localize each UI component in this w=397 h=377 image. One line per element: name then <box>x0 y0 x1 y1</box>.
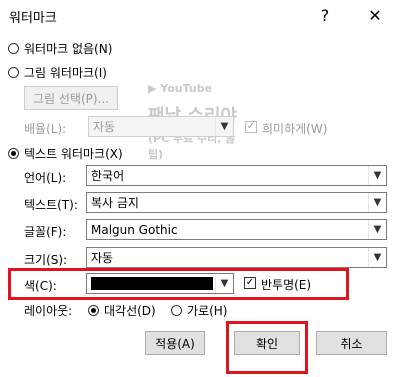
horizontal-label[interactable]: 가로(H) <box>187 302 227 319</box>
color-select[interactable]: ▼ <box>86 273 234 294</box>
size-value: 자동 <box>91 251 114 265</box>
youtube-icon: ▶ YouTube <box>148 82 213 95</box>
language-value: 한국어 <box>91 169 125 183</box>
washout-label[interactable]: 희미하게(W) <box>262 120 327 137</box>
close-button[interactable]: ✕ <box>362 2 388 28</box>
language-label: 언어(L): <box>24 171 67 185</box>
scale-select[interactable]: 자동 ▼ <box>88 116 234 137</box>
scale-label: 배율(L): <box>24 122 67 136</box>
help-button[interactable]: ? <box>312 2 338 28</box>
text-watermark-label[interactable]: 텍스트 워터마크(X) <box>24 145 123 162</box>
horizontal-radio[interactable] <box>171 305 182 316</box>
diagonal-radio[interactable] <box>88 305 99 316</box>
font-select[interactable]: Malgun Gothic ▼ <box>86 219 387 240</box>
washout-checkbox[interactable]: ✓ <box>245 121 257 133</box>
semitransparent-label[interactable]: 반투명(E) <box>261 276 311 293</box>
chevron-down-icon: ▼ <box>215 274 233 293</box>
size-select[interactable]: 자동 ▼ <box>86 247 387 268</box>
apply-button[interactable]: 적용(A) <box>145 331 205 355</box>
check-icon: ✓ <box>246 121 256 132</box>
color-swatch <box>91 277 213 290</box>
diagonal-label[interactable]: 대각선(D) <box>104 302 156 319</box>
picture-watermark-label[interactable]: 그림 워터마크(I) <box>24 64 107 81</box>
check-icon: ✓ <box>245 277 255 288</box>
chevron-down-icon: ▼ <box>368 248 386 267</box>
text-watermark-radio[interactable] <box>8 148 19 159</box>
chevron-down-icon: ▼ <box>368 193 386 212</box>
font-value: Malgun Gothic <box>91 222 178 237</box>
cancel-button[interactable]: 취소 <box>316 331 387 355</box>
color-label: 색(C): <box>24 279 57 293</box>
text-value: 복사 금지 <box>91 196 139 210</box>
chevron-down-icon: ▼ <box>368 220 386 239</box>
chevron-down-icon: ▼ <box>368 166 386 185</box>
ok-button[interactable]: 확인 <box>234 331 300 355</box>
select-picture-button[interactable]: 그림 선택(P)... <box>24 86 118 110</box>
text-label: 텍스트(T): <box>24 198 78 212</box>
watermark-line1: YouTube <box>160 82 213 95</box>
picture-watermark-radio[interactable] <box>8 67 19 78</box>
text-select[interactable]: 복사 금지 ▼ <box>86 192 387 213</box>
font-label: 글꼴(F): <box>24 225 67 239</box>
chevron-down-icon: ▼ <box>215 117 233 136</box>
size-label: 크기(S): <box>24 253 68 267</box>
no-watermark-label[interactable]: 워터마크 없음(N) <box>24 40 112 57</box>
language-select[interactable]: 한국어 ▼ <box>86 165 387 186</box>
dialog-title: 워터마크 <box>9 11 57 26</box>
scale-value: 자동 <box>93 120 116 134</box>
no-watermark-radio[interactable] <box>8 43 19 54</box>
semitransparent-checkbox[interactable]: ✓ <box>244 277 256 289</box>
layout-label: 레이아웃: <box>24 304 73 318</box>
